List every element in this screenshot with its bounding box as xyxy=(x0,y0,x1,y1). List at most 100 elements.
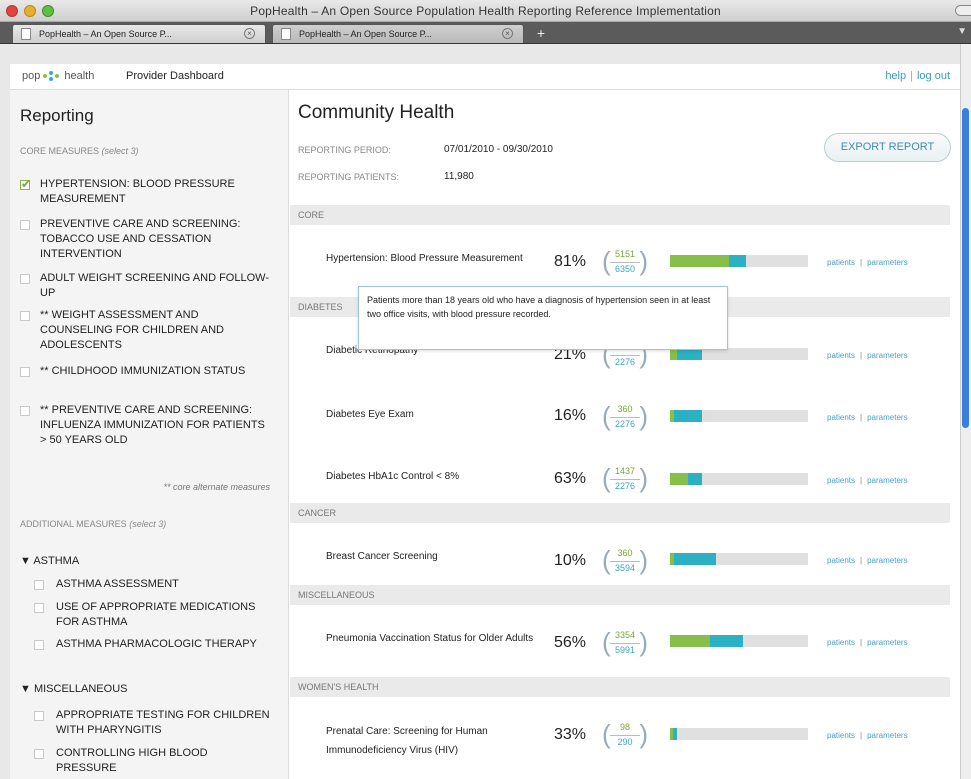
additional-measure-label[interactable]: ASTHMA PHARMACOLOGIC THERAPY xyxy=(56,637,271,652)
core-measure-label[interactable]: PREVENTIVE CARE AND SCREENING: TOBACCO U… xyxy=(40,217,270,262)
measure-numerator: 360 xyxy=(617,548,633,558)
app-name: Provider Dashboard xyxy=(126,70,224,82)
measure-links: patients | parameters xyxy=(827,413,908,422)
close-tab-icon[interactable]: × xyxy=(502,28,513,39)
section-header-miscellaneous: MISCELLANEOUS xyxy=(290,585,950,605)
measure-row: Diabetes Eye Exam 16% (360 2276) patients… xyxy=(290,386,950,446)
measure-name[interactable]: Diabetes HbA1c Control < 8% xyxy=(326,467,536,486)
close-tab-icon[interactable]: × xyxy=(244,28,255,39)
measure-row: Hypertension: Blood Pressure Measurement… xyxy=(290,232,950,292)
measure-fraction: (360 3594) xyxy=(602,545,648,575)
core-measure-checkbox-1[interactable] xyxy=(20,177,31,191)
measure-name[interactable]: Pneumonia Vaccination Status for Older A… xyxy=(326,629,536,648)
additional-measure-checkbox[interactable] xyxy=(34,603,44,613)
parameters-link[interactable]: parameters xyxy=(867,476,907,485)
group-toggle-miscellaneous[interactable]: ▼ MISCELLANEOUS xyxy=(20,683,127,695)
measure-fraction: (1437 2276) xyxy=(602,463,648,493)
logo-text-left: pop xyxy=(22,70,41,82)
page-icon xyxy=(281,28,291,40)
measure-links: patients | parameters xyxy=(827,638,908,647)
additional-measure-checkbox[interactable] xyxy=(34,640,44,650)
measure-denominator: 2276 xyxy=(610,479,640,491)
export-report-button[interactable]: EXPORT REPORT xyxy=(824,133,951,162)
vertical-scrollbar[interactable] xyxy=(960,44,971,779)
parameters-link[interactable]: parameters xyxy=(867,556,907,565)
measure-bar xyxy=(670,255,808,267)
scrollbar-thumb[interactable] xyxy=(962,108,969,428)
new-tab-button[interactable]: + xyxy=(530,25,552,42)
measure-name[interactable]: Diabetes Eye Exam xyxy=(326,405,536,424)
parameters-link[interactable]: parameters xyxy=(867,258,907,267)
patients-link[interactable]: patients xyxy=(827,638,855,647)
patients-link[interactable]: patients xyxy=(827,476,855,485)
measure-bar xyxy=(670,728,808,740)
core-measure-label[interactable]: ** CHILDHOOD IMMUNIZATION STATUS xyxy=(40,364,270,379)
core-measure-label[interactable]: ** PREVENTIVE CARE AND SCREENING: INFLUE… xyxy=(40,403,270,448)
measure-percent: 10% xyxy=(554,552,587,569)
core-measure-label[interactable]: ADULT WEIGHT SCREENING AND FOLLOW-UP xyxy=(40,271,270,301)
page-title: Community Health xyxy=(298,102,455,123)
core-measure-checkbox-5[interactable] xyxy=(20,367,30,377)
additional-measure-label[interactable]: CONTROLLING HIGH BLOOD PRESSURE xyxy=(56,746,271,776)
help-link[interactable]: help xyxy=(885,70,906,82)
measure-row: Prenatal Care: Screening for Human Immun… xyxy=(290,704,950,764)
numerator-fill xyxy=(670,255,729,267)
patients-link[interactable]: patients xyxy=(827,351,855,360)
core-measure-checkbox-2[interactable] xyxy=(20,220,30,230)
measure-name[interactable]: Prenatal Care: Screening for Human Immun… xyxy=(326,722,536,760)
page-icon xyxy=(21,28,31,40)
browser-tab-2[interactable]: PopHealth – An Open Source P... × xyxy=(272,24,524,43)
measure-links: patients | parameters xyxy=(827,351,908,360)
core-measure-checkbox-3[interactable] xyxy=(20,274,30,284)
window-title: PopHealth – An Open Source Population He… xyxy=(250,4,721,18)
measure-bar xyxy=(670,473,808,485)
browser-tab-1[interactable]: PopHealth – An Open Source P... × xyxy=(12,24,266,43)
measure-links: patients | parameters xyxy=(827,731,908,740)
core-measure-label[interactable]: ** WEIGHT ASSESSMENT AND COUNSELING FOR … xyxy=(40,308,270,353)
tab-overflow-icon[interactable]: ▼ xyxy=(957,26,967,37)
core-measure-label[interactable]: HYPERTENSION: BLOOD PRESSURE MEASUREMENT xyxy=(40,177,270,207)
measure-denominator: 290 xyxy=(610,735,640,747)
logo-dots-icon xyxy=(41,71,63,82)
additional-measure-checkbox[interactable] xyxy=(34,749,44,759)
denominator-fill xyxy=(729,255,746,267)
logout-link[interactable]: log out xyxy=(917,70,950,82)
patients-link[interactable]: patients xyxy=(827,258,855,267)
patients-link[interactable]: patients xyxy=(827,556,855,565)
additional-measure-label[interactable]: APPROPRIATE TESTING FOR CHILDREN WITH PH… xyxy=(56,708,271,738)
patients-link[interactable]: patients xyxy=(827,731,855,740)
pophealth-logo[interactable]: pop health xyxy=(22,70,94,82)
additional-measure-checkbox[interactable] xyxy=(34,711,44,721)
toolbar-toggle-button[interactable] xyxy=(955,5,971,16)
measure-percent: 16% xyxy=(554,407,587,424)
measure-numerator: 1437 xyxy=(614,466,636,476)
core-measure-checkbox-4[interactable] xyxy=(20,311,30,321)
measure-row: Diabetes HbA1c Control < 8% 63% (1437 227… xyxy=(290,448,950,508)
measure-fraction: (3354 5991) xyxy=(602,627,648,657)
tab-label: PopHealth – An Open Source P... xyxy=(299,29,432,39)
parameters-link[interactable]: parameters xyxy=(867,638,907,647)
measure-denominator: 6350 xyxy=(610,262,640,274)
measure-denominator: 5991 xyxy=(610,643,640,655)
logo-text-right: health xyxy=(64,70,95,82)
measure-denominator: 3594 xyxy=(610,561,640,573)
measure-bar xyxy=(670,635,808,647)
measure-name[interactable]: Hypertension: Blood Pressure Measurement xyxy=(326,249,536,268)
app-header: pop health Provider Dashboard help | log ou… xyxy=(10,64,960,90)
sidebar-title: Reporting xyxy=(20,106,94,125)
reporting-patients-label: REPORTING PATIENTS: xyxy=(298,172,400,182)
additional-measure-label[interactable]: USE OF APPROPRIATE MEDICATIONS FOR ASTHM… xyxy=(56,600,271,630)
parameters-link[interactable]: parameters xyxy=(867,351,907,360)
measure-name[interactable]: Breast Cancer Screening xyxy=(326,547,536,566)
browser-tabbar: PopHealth – An Open Source P... × PopHea… xyxy=(0,22,971,44)
additional-measure-checkbox[interactable] xyxy=(34,580,44,590)
additional-measure-label[interactable]: ASTHMA ASSESSMENT xyxy=(56,577,271,592)
measure-row: Pneumonia Vaccination Status for Older A… xyxy=(290,610,950,670)
measure-fraction: (98 290) xyxy=(602,719,648,749)
section-header-womens-health: WOMEN'S HEALTH xyxy=(290,677,950,697)
core-measure-checkbox-6[interactable] xyxy=(20,406,30,416)
parameters-link[interactable]: parameters xyxy=(867,413,907,422)
patients-link[interactable]: patients xyxy=(827,413,855,422)
group-toggle-asthma[interactable]: ▼ ASTHMA xyxy=(20,555,79,567)
parameters-link[interactable]: parameters xyxy=(867,731,907,740)
